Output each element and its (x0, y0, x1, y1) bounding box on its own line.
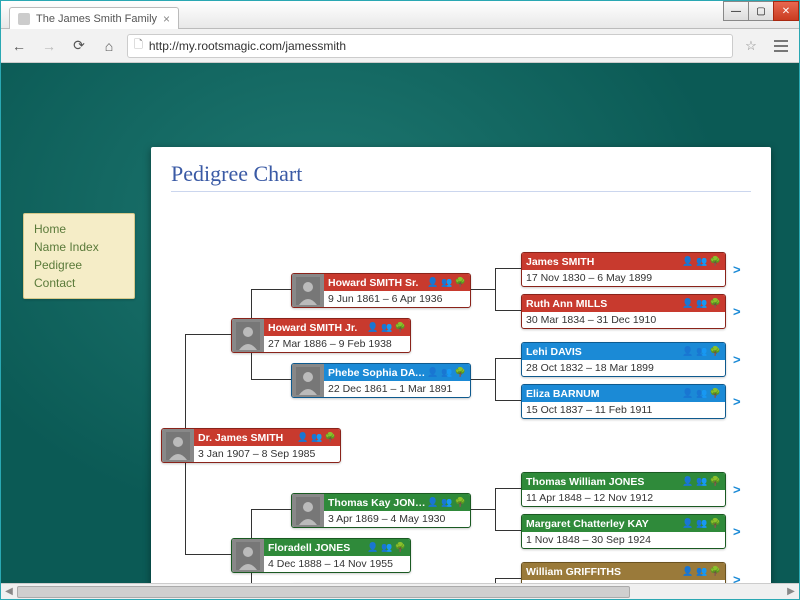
sidebar-item-pedigree[interactable]: Pedigree (34, 256, 124, 274)
scroll-thumb[interactable] (17, 586, 630, 598)
browser-toolbar: ← → ⟳ ⌂ 🗋 http://my.rootsmagic.com/james… (1, 29, 799, 63)
person-photo-icon (292, 364, 324, 397)
card-action-icons[interactable]: 👤 👥 🌳 (297, 432, 336, 443)
horizontal-scrollbar[interactable]: ◀ ▶ (1, 583, 799, 599)
sidebar-item-home[interactable]: Home (34, 220, 124, 238)
tab-title: The James Smith Family (36, 13, 157, 25)
person-photo-icon (292, 494, 324, 527)
expand-arrow-icon[interactable]: > (733, 262, 741, 277)
person-card-pf[interactable]: Howard SMITH Sr.👤 👥 🌳 9 Jun 1861 – 6 Apr… (291, 273, 471, 308)
card-action-icons[interactable]: 👤 👥 🌳 (682, 388, 721, 399)
person-photo-icon (232, 319, 264, 352)
browser-tab[interactable]: The James Smith Family × (9, 7, 179, 29)
person-card-mff[interactable]: Thomas William JONES👤 👥 🌳11 Apr 1848 – 1… (521, 472, 726, 507)
titlebar: The James Smith Family × (1, 1, 799, 29)
content-panel: Pedigree Chart (151, 147, 771, 583)
menu-button[interactable] (769, 34, 793, 58)
expand-arrow-icon[interactable]: > (733, 352, 741, 367)
person-card-root[interactable]: Dr. James SMITH👤 👥 🌳 3 Jan 1907 – 8 Sep … (161, 428, 341, 463)
person-card-mf[interactable]: Thomas Kay JONES👤 👥 🌳 3 Apr 1869 – 4 May… (291, 493, 471, 528)
home-button[interactable]: ⌂ (97, 34, 121, 58)
card-action-icons[interactable]: 👤 👥 🌳 (427, 367, 466, 378)
card-action-icons[interactable]: 👤 👥 🌳 (427, 277, 466, 288)
sidebar-item-contact[interactable]: Contact (34, 274, 124, 292)
person-card-mfm[interactable]: Margaret Chatterley KAY👤 👥 🌳1 Nov 1848 –… (521, 514, 726, 549)
window-minimize-button[interactable]: — (723, 1, 749, 21)
scroll-left-icon[interactable]: ◀ (1, 584, 17, 600)
bookmark-button[interactable]: ☆ (739, 34, 763, 58)
person-card-pff[interactable]: James SMITH👤 👥 🌳17 Nov 1830 – 6 May 1899 (521, 252, 726, 287)
card-action-icons[interactable]: 👤 👥 🌳 (367, 322, 406, 333)
page-title: Pedigree Chart (171, 161, 751, 192)
person-card-pfm[interactable]: Ruth Ann MILLS👤 👥 🌳30 Mar 1834 – 31 Dec … (521, 294, 726, 329)
reload-button[interactable]: ⟳ (67, 34, 91, 58)
person-card-pmm[interactable]: Eliza BARNUM👤 👥 🌳15 Oct 1837 – 11 Feb 19… (521, 384, 726, 419)
expand-arrow-icon[interactable]: > (733, 482, 741, 497)
card-action-icons[interactable]: 👤 👥 🌳 (367, 542, 406, 553)
sidebar-nav: Home Name Index Pedigree Contact (23, 213, 135, 299)
card-action-icons[interactable]: 👤 👥 🌳 (682, 346, 721, 357)
person-card-father[interactable]: Howard SMITH Jr.👤 👥 🌳 27 Mar 1886 – 9 Fe… (231, 318, 411, 353)
expand-arrow-icon[interactable]: > (733, 524, 741, 539)
expand-arrow-icon[interactable]: > (733, 572, 741, 583)
page-background: Home Name Index Pedigree Contact Pedigre… (1, 63, 799, 583)
window-controls: — ▢ ✕ (724, 1, 799, 21)
expand-arrow-icon[interactable]: > (733, 394, 741, 409)
back-button[interactable]: ← (7, 34, 31, 58)
person-card-pm[interactable]: Phebe Sophia DAVIS👤 👥 🌳 22 Dec 1861 – 1 … (291, 363, 471, 398)
person-card-pmf[interactable]: Lehi DAVIS👤 👥 🌳28 Oct 1832 – 18 Mar 1899 (521, 342, 726, 377)
card-action-icons[interactable]: 👤 👥 🌳 (427, 497, 466, 508)
pedigree-chart: Dr. James SMITH👤 👥 🌳 3 Jan 1907 – 8 Sep … (171, 204, 751, 583)
window-close-button[interactable]: ✕ (773, 1, 799, 21)
tab-close-icon[interactable]: × (163, 12, 170, 26)
forward-button[interactable]: → (37, 34, 61, 58)
card-action-icons[interactable]: 👤 👥 🌳 (682, 518, 721, 529)
favicon-icon (18, 13, 30, 25)
card-action-icons[interactable]: 👤 👥 🌳 (682, 298, 721, 309)
window-maximize-button[interactable]: ▢ (748, 1, 774, 21)
person-card-mother[interactable]: Floradell JONES👤 👥 🌳 4 Dec 1888 – 14 Nov… (231, 538, 411, 573)
person-photo-icon (232, 539, 264, 572)
sidebar-item-nameindex[interactable]: Name Index (34, 238, 124, 256)
person-photo-icon (292, 274, 324, 307)
browser-window: — ▢ ✕ The James Smith Family × ← → ⟳ ⌂ 🗋… (0, 0, 800, 600)
url-text: http://my.rootsmagic.com/jamessmith (149, 39, 346, 53)
scroll-right-icon[interactable]: ▶ (783, 584, 799, 600)
person-photo-icon (162, 429, 194, 462)
card-action-icons[interactable]: 👤 👥 🌳 (682, 476, 721, 487)
url-bar[interactable]: 🗋 http://my.rootsmagic.com/jamessmith (127, 34, 733, 58)
card-action-icons[interactable]: 👤 👥 🌳 (682, 566, 721, 577)
person-card-mmf[interactable]: William GRIFFITHS👤 👥 🌳25 Apr 1827 – 18 S… (521, 562, 726, 583)
card-action-icons[interactable]: 👤 👥 🌳 (682, 256, 721, 267)
expand-arrow-icon[interactable]: > (733, 304, 741, 319)
page-icon: 🗋 (134, 36, 143, 55)
